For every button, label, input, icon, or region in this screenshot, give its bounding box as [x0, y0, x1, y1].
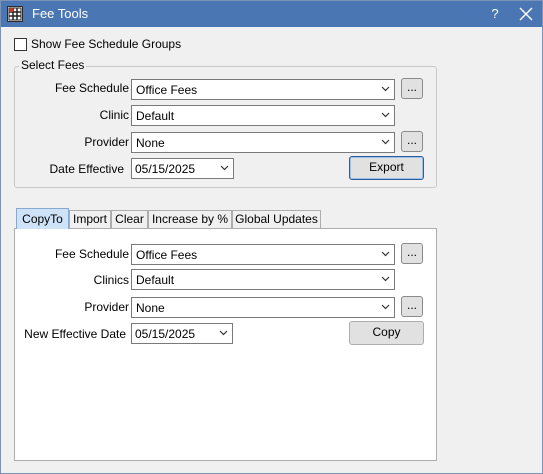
close-button[interactable] — [515, 4, 537, 24]
copyto-fee-schedule-picker-button[interactable]: ... — [401, 243, 423, 264]
grid-icon — [7, 6, 23, 22]
clinic-value: Default — [136, 109, 175, 123]
tab-increase-by-percent[interactable]: Increase by % — [148, 210, 232, 228]
select-fees-title: Select Fees — [19, 58, 87, 72]
clinic-combo[interactable]: Default — [131, 105, 395, 126]
provider-label: Provider — [84, 135, 129, 149]
copyto-provider-value: None — [136, 301, 165, 315]
tab-clear[interactable]: Clear — [111, 210, 148, 228]
chevron-down-icon — [219, 330, 228, 336]
tab-copyto[interactable]: CopyTo — [16, 208, 69, 229]
copyto-provider-picker-button[interactable]: ... — [401, 296, 423, 317]
fee-tools-window: Fee Tools ? Show Fee Schedule Groups Sel… — [0, 0, 543, 474]
copyto-fee-schedule-combo[interactable]: Office Fees — [131, 244, 395, 265]
copyto-clinics-combo[interactable]: Default — [131, 269, 395, 290]
chevron-down-icon — [381, 276, 390, 282]
chevron-down-icon — [381, 86, 390, 92]
clinic-label: Clinic — [99, 108, 129, 122]
new-effective-date-picker[interactable]: 05/15/2025 — [131, 323, 233, 344]
provider-picker-button[interactable]: ... — [401, 131, 423, 152]
copyto-fee-schedule-label: Fee Schedule — [54, 247, 129, 261]
date-effective-value: 05/15/2025 — [135, 162, 196, 176]
new-effective-date-value: 05/15/2025 — [135, 327, 196, 341]
copyto-clinics-value: Default — [136, 273, 175, 287]
chevron-down-icon — [381, 112, 390, 118]
export-button[interactable]: Export — [349, 156, 424, 180]
provider-value: None — [136, 136, 165, 150]
date-effective-label: Date Effective — [49, 162, 124, 176]
copy-button[interactable]: Copy — [349, 321, 424, 345]
help-button[interactable]: ? — [485, 4, 505, 24]
new-effective-date-label: New Effective Date — [24, 327, 126, 341]
fee-schedule-picker-button[interactable]: ... — [401, 78, 423, 99]
copyto-clinics-label: Clinics — [93, 273, 129, 287]
chevron-down-icon — [220, 165, 229, 171]
fee-schedule-value: Office Fees — [136, 83, 198, 97]
provider-combo[interactable]: None — [131, 132, 395, 153]
title-bar: Fee Tools ? — [1, 1, 542, 27]
fee-schedule-label: Fee Schedule — [54, 81, 129, 95]
tab-global-updates[interactable]: Global Updates — [232, 210, 321, 228]
fee-schedule-combo[interactable]: Office Fees — [131, 79, 395, 100]
copyto-provider-label: Provider — [84, 300, 129, 314]
show-groups-checkbox[interactable] — [14, 38, 27, 51]
close-icon — [519, 7, 533, 21]
window-title: Fee Tools — [32, 6, 89, 21]
chevron-down-icon — [381, 251, 390, 257]
chevron-down-icon — [381, 139, 390, 145]
show-groups-label: Show Fee Schedule Groups — [31, 37, 182, 51]
chevron-down-icon — [381, 304, 390, 310]
tab-import[interactable]: Import — [69, 210, 111, 228]
date-effective-picker[interactable]: 05/15/2025 — [131, 158, 234, 179]
copyto-provider-combo[interactable]: None — [131, 297, 395, 318]
copyto-fee-schedule-value: Office Fees — [136, 248, 198, 262]
